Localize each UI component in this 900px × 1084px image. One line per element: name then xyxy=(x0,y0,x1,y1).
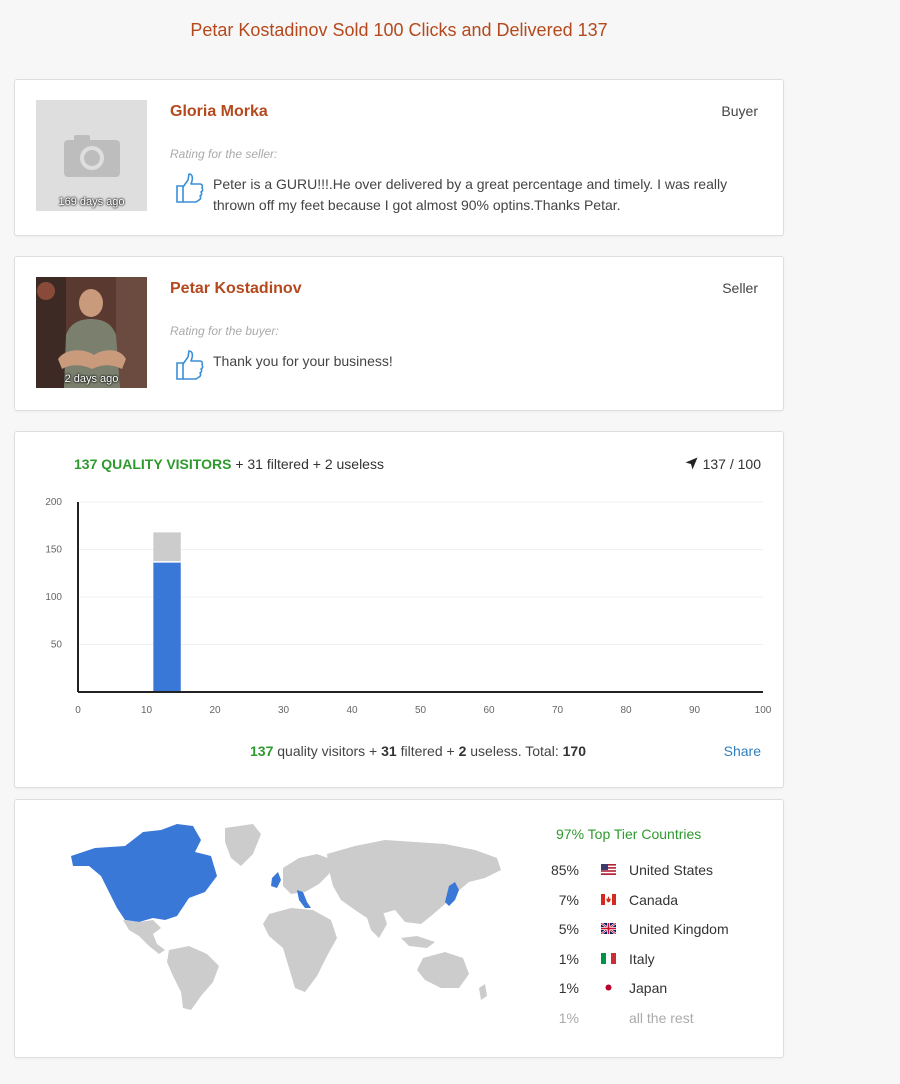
rating-label: Rating for the seller: xyxy=(170,147,278,161)
x-tick-label: 80 xyxy=(620,705,632,716)
map-north-america xyxy=(71,824,217,922)
person-photo xyxy=(36,277,147,388)
country-row-jp: 1% Japan xyxy=(545,976,775,1006)
visitors-chart: 50 100 150 200 0 10 20 30 40 50 60 70 80 90 100 xyxy=(45,497,772,716)
x-tick-label: 70 xyxy=(552,705,564,716)
bar-filtered xyxy=(153,532,181,562)
x-tick-label: 30 xyxy=(278,705,290,716)
it-flag-icon xyxy=(601,952,616,964)
reviewer-name[interactable]: Gloria Morka xyxy=(170,103,268,121)
avatar-photo[interactable]: 2 days ago xyxy=(36,277,147,388)
y-tick-label: 150 xyxy=(45,545,62,556)
country-name: United States xyxy=(629,862,714,878)
country-row-uk: 5% United Kingdom xyxy=(545,917,775,947)
x-tick-label: 50 xyxy=(415,705,427,716)
country-pct: 85% xyxy=(550,862,579,878)
map-asia xyxy=(327,840,501,924)
country-pct: 1% xyxy=(558,950,579,967)
map-india xyxy=(365,912,387,938)
review-card-buyer: 169 days ago Gloria Morka Buyer Rating f… xyxy=(14,79,784,236)
summary-quality-text: quality visitors + xyxy=(277,743,378,759)
country-pct: 1% xyxy=(558,1009,579,1026)
uk-flag-icon xyxy=(601,923,616,934)
x-tick-label: 90 xyxy=(689,705,701,716)
thumbs-up-icon xyxy=(176,350,204,380)
x-tick-label: 10 xyxy=(141,705,153,716)
map-indonesia xyxy=(401,936,435,948)
geo-distribution-card: 97% Top Tier Countries 85% United States… xyxy=(14,799,784,1058)
map-africa xyxy=(263,908,337,992)
country-name: Italy xyxy=(629,950,655,967)
review-time: 2 days ago xyxy=(64,373,119,385)
summary-quality: 137 xyxy=(250,743,274,759)
country-name: United Kingdom xyxy=(629,921,729,937)
country-pct: 1% xyxy=(558,980,579,996)
x-tick-label: 100 xyxy=(755,705,772,716)
summary-total: 170 xyxy=(562,743,586,759)
role-badge: Seller xyxy=(722,280,758,296)
map-south-america xyxy=(167,946,219,1010)
role-badge: Buyer xyxy=(721,103,758,119)
map-uk xyxy=(271,872,281,888)
country-row-us: 85% United States xyxy=(545,858,775,888)
top-tier-title: 97% Top Tier Countries xyxy=(556,826,702,842)
country-row-it: 1% Italy xyxy=(545,947,775,977)
summary-useless: 2 xyxy=(458,743,467,759)
map-australia xyxy=(417,952,469,988)
share-link[interactable]: Share xyxy=(724,743,761,759)
page-title: Petar Kostadinov Sold 100 Clicks and Del… xyxy=(190,20,608,40)
country-name: all the rest xyxy=(629,1009,694,1026)
review-comment: Peter is a GURU!!!.He over delivered by … xyxy=(213,176,728,213)
country-name: Canada xyxy=(629,891,679,908)
ca-flag-icon xyxy=(601,893,616,905)
map-italy xyxy=(297,890,311,908)
visitors-stats-card: 137 QUALITY VISITORS + 31 filtered + 2 u… xyxy=(14,431,784,788)
camera-icon xyxy=(36,100,147,211)
country-row-ca: 7% Canada xyxy=(545,888,775,918)
summary-useless-text: useless. Total: xyxy=(470,743,559,759)
country-pct: 5% xyxy=(558,921,579,937)
map-greenland xyxy=(225,824,261,866)
reviewer-name[interactable]: Petar Kostadinov xyxy=(170,280,302,298)
avatar-placeholder[interactable]: 169 days ago xyxy=(36,100,147,211)
rating-label: Rating for the buyer: xyxy=(170,324,279,338)
y-tick-label: 200 xyxy=(45,497,62,508)
y-tick-label: 100 xyxy=(45,592,62,603)
country-list: 85% United States 7% Canada 5% United Ki… xyxy=(545,858,775,1035)
visitors-summary: 137 quality visitors + 31 filtered + 2 u… xyxy=(15,743,821,759)
y-tick-label: 50 xyxy=(51,640,63,651)
country-row-rest: 1% all the rest xyxy=(545,1006,775,1036)
us-flag-icon xyxy=(601,864,616,875)
bar-quality xyxy=(153,561,181,692)
x-tick-label: 40 xyxy=(346,705,358,716)
x-tick-label: 20 xyxy=(209,705,221,716)
thumbs-up-icon xyxy=(176,173,204,203)
map-europe xyxy=(283,854,333,894)
map-central-america xyxy=(123,920,165,954)
country-pct: 7% xyxy=(558,891,579,908)
review-time: 169 days ago xyxy=(58,196,125,208)
world-map xyxy=(71,824,501,1010)
x-tick-label: 0 xyxy=(75,705,81,716)
summary-filtered-text: filtered + xyxy=(400,743,455,759)
review-comment: Thank you for your business! xyxy=(213,353,393,369)
jp-flag-icon xyxy=(601,982,616,993)
country-name: Japan xyxy=(629,980,668,996)
x-tick-label: 60 xyxy=(483,705,495,716)
review-card-seller: 2 days ago Petar Kostadinov Seller Ratin… xyxy=(14,256,784,411)
map-new-zealand xyxy=(479,984,487,1000)
summary-filtered: 31 xyxy=(381,743,397,759)
